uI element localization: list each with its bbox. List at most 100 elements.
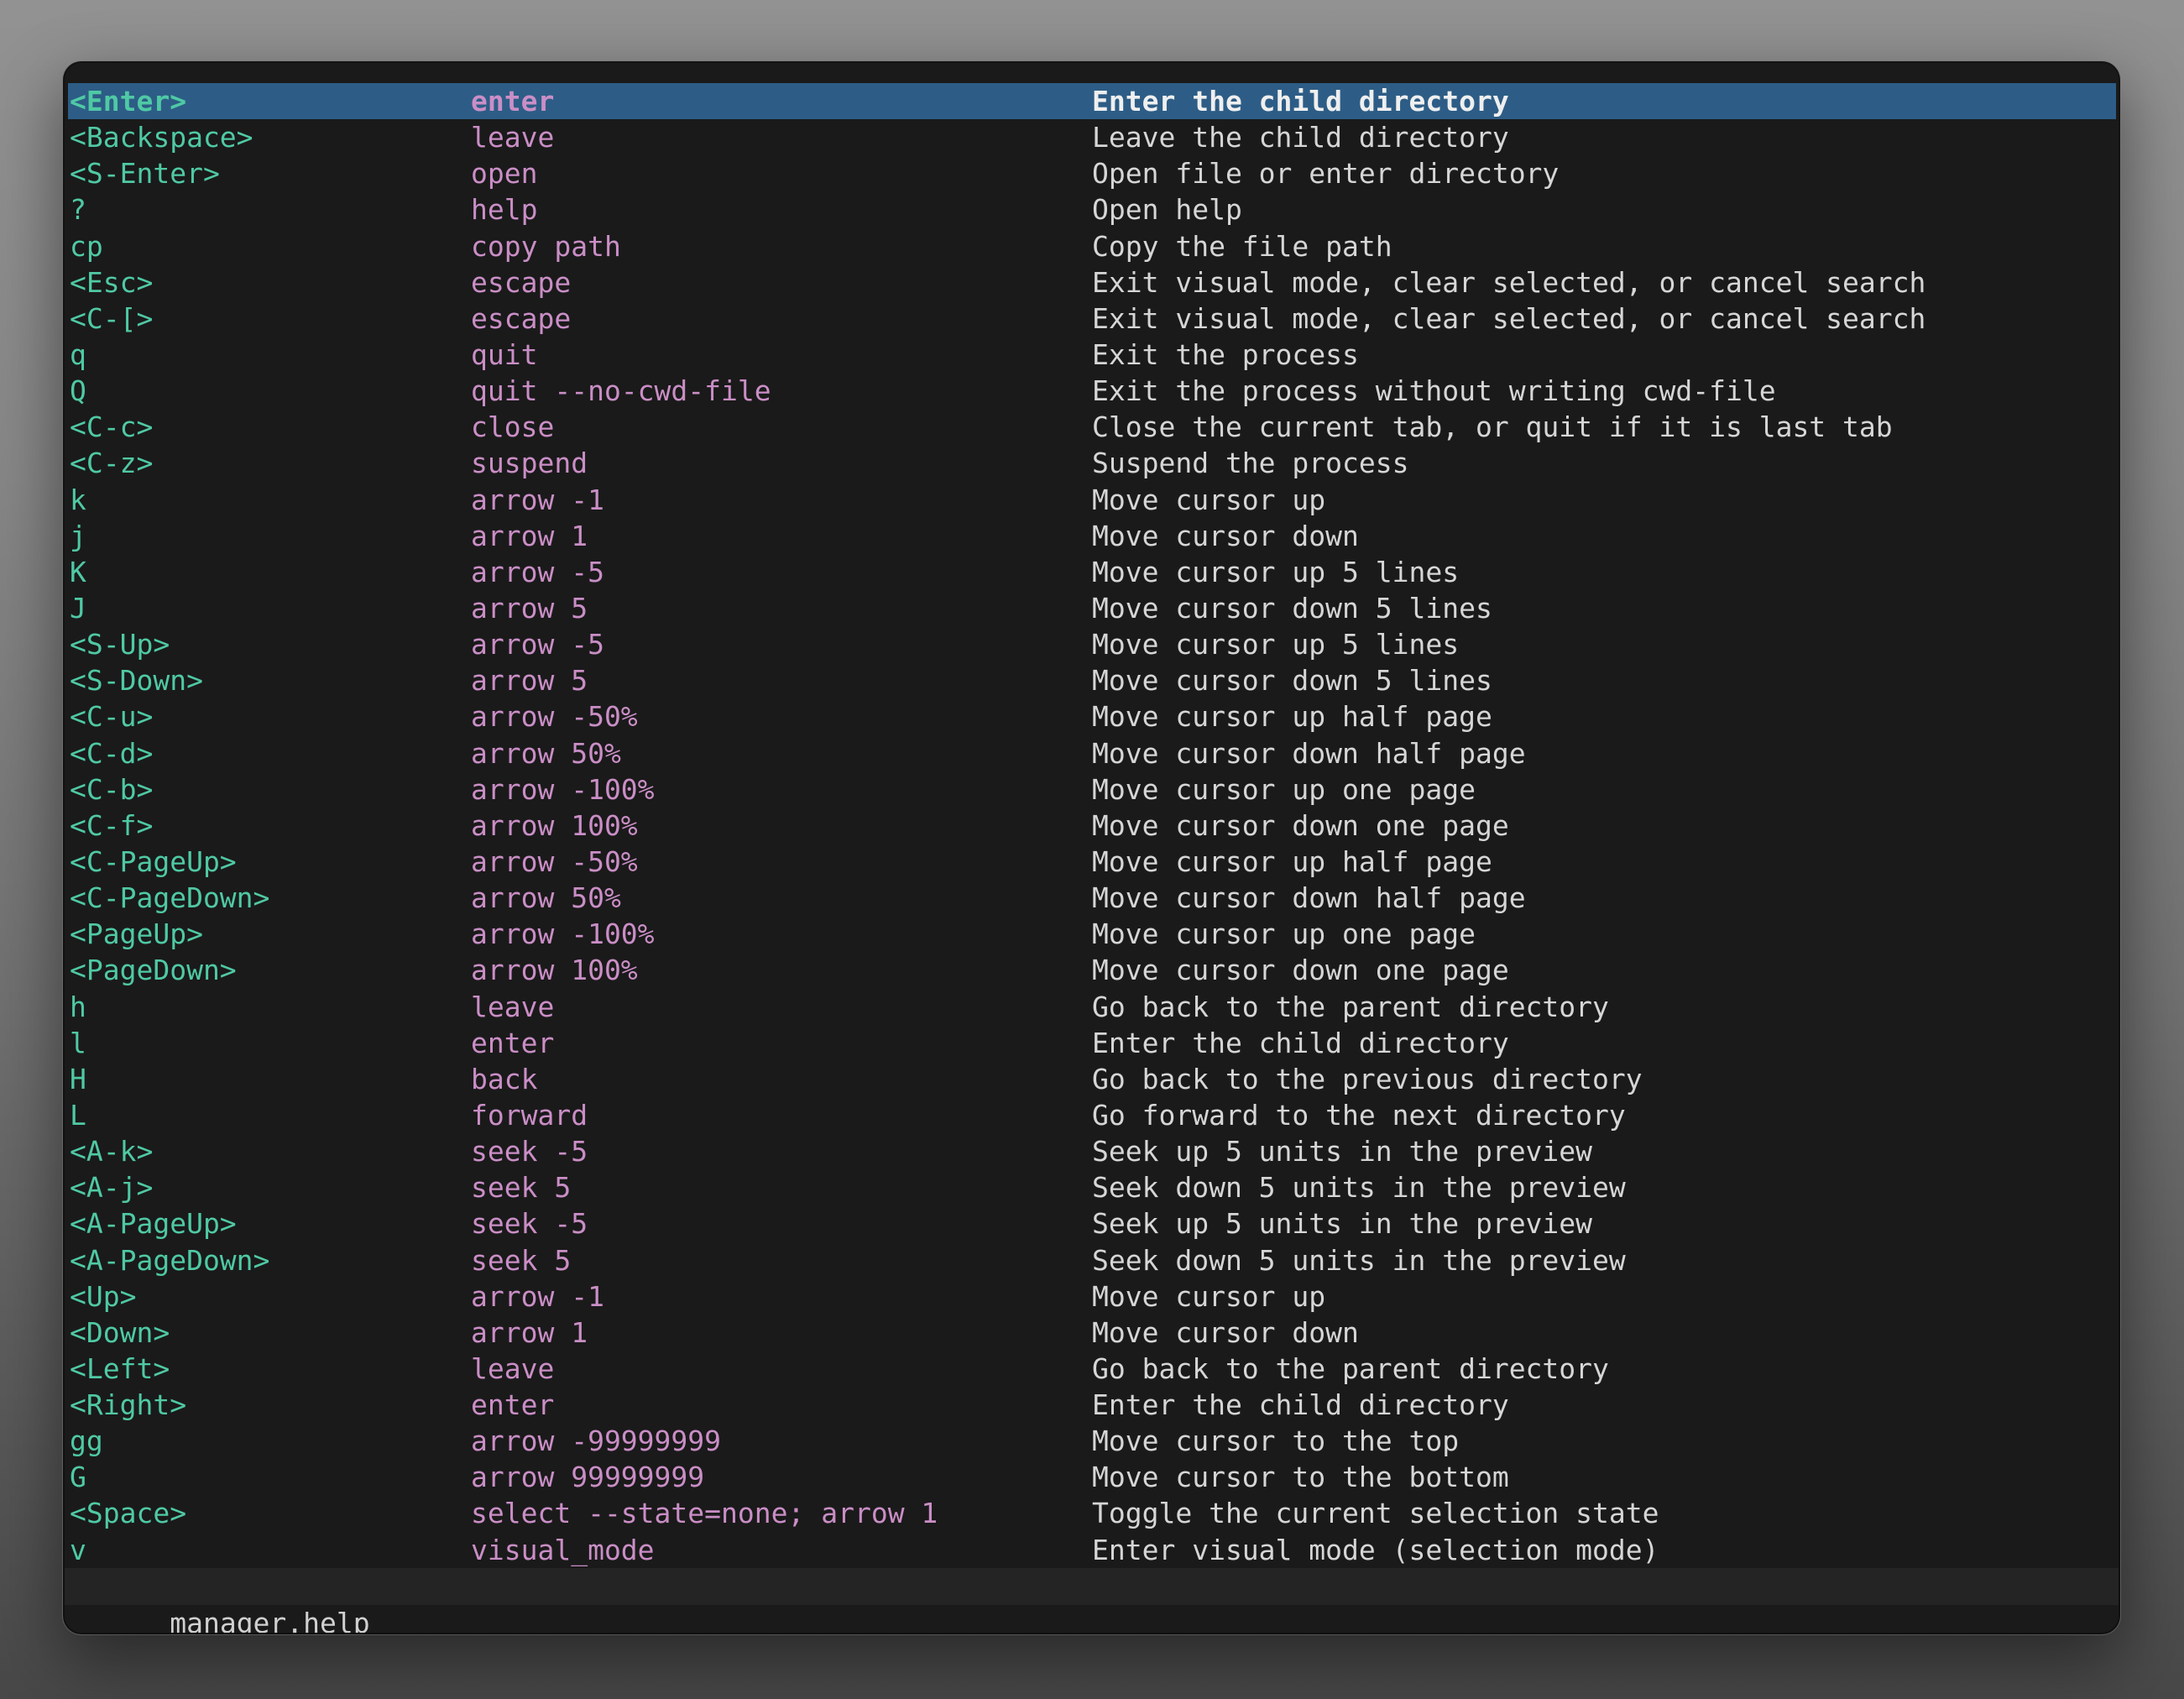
keybind-command: back	[471, 1061, 1092, 1097]
keybind-key: <Enter>	[68, 83, 471, 119]
keybind-description: Move cursor to the top	[1092, 1423, 2116, 1459]
keybind-key: <C-b>	[68, 771, 471, 808]
keybind-row[interactable]: <Backspace> leave Leave the child direct…	[68, 119, 2116, 155]
keybind-key: <Right>	[68, 1387, 471, 1423]
keybind-row[interactable]: q quit Exit the process	[68, 337, 2116, 373]
keybind-row[interactable]: <S-Up> arrow -5 Move cursor up 5 lines	[68, 626, 2116, 662]
keybind-description: Move cursor down half page	[1092, 880, 2116, 916]
keybind-description: Move cursor up one page	[1092, 916, 2116, 952]
keybind-row[interactable]: gg arrow -99999999 Move cursor to the to…	[68, 1423, 2116, 1459]
keybind-row[interactable]: <Right> enter Enter the child directory	[68, 1387, 2116, 1423]
keybind-command: seek 5	[471, 1242, 1092, 1278]
keybind-command: select --state=none; arrow 1	[471, 1495, 1092, 1531]
keybind-command: seek -5	[471, 1205, 1092, 1242]
keybind-row[interactable]: <C-b> arrow -100% Move cursor up one pag…	[68, 771, 2116, 808]
keybind-key: cp	[68, 228, 471, 264]
keybind-description: Open file or enter directory	[1092, 155, 2116, 191]
keybind-row[interactable]: <C-z> suspend Suspend the process	[68, 445, 2116, 481]
keybind-key: <Left>	[68, 1351, 471, 1387]
keybind-description: Move cursor up half page	[1092, 844, 2116, 880]
keybind-row[interactable]: <S-Enter> open Open file or enter direct…	[68, 155, 2116, 191]
keybind-row[interactable]: cp copy path Copy the file path	[68, 228, 2116, 264]
keybind-row[interactable]: L forward Go forward to the next directo…	[68, 1097, 2116, 1133]
keybind-description: Move cursor up	[1092, 1278, 2116, 1315]
keybind-row[interactable]: <C-u> arrow -50% Move cursor up half pag…	[68, 698, 2116, 734]
keybind-key: v	[68, 1532, 471, 1568]
keybind-key: <A-PageUp>	[68, 1205, 471, 1242]
keybind-command: copy path	[471, 228, 1092, 264]
keybind-row[interactable]: <Up> arrow -1 Move cursor up	[68, 1278, 2116, 1315]
keybind-row[interactable]: <PageUp> arrow -100% Move cursor up one …	[68, 916, 2116, 952]
keybind-row[interactable]: <Esc> escape Exit visual mode, clear sel…	[68, 264, 2116, 301]
keybind-row[interactable]: G arrow 99999999 Move cursor to the bott…	[68, 1459, 2116, 1495]
keybind-row[interactable]: <A-PageUp> seek -5 Seek up 5 units in th…	[68, 1205, 2116, 1242]
keybind-description: Enter the child directory	[1092, 1387, 2116, 1423]
keybind-key: <S-Down>	[68, 662, 471, 698]
keybind-description: Enter the child directory	[1092, 83, 2116, 119]
keybind-description: Exit visual mode, clear selected, or can…	[1092, 301, 2116, 337]
keybind-key: J	[68, 590, 471, 626]
keybind-key: j	[68, 518, 471, 554]
keybind-command: arrow -1	[471, 482, 1092, 518]
keybind-key: <Down>	[68, 1315, 471, 1351]
keybind-row[interactable]: <Space> select --state=none; arrow 1 Tog…	[68, 1495, 2116, 1531]
keybind-description: Go back to the parent directory	[1092, 989, 2116, 1025]
keybind-description: Toggle the current selection state	[1092, 1495, 2116, 1531]
keybind-command: escape	[471, 301, 1092, 337]
keybind-row[interactable]: <Left> leave Go back to the parent direc…	[68, 1351, 2116, 1387]
keybinding-list: <Enter> enter Enter the child directory …	[68, 83, 2116, 1568]
keybind-description: Move cursor down one page	[1092, 808, 2116, 844]
keybind-row[interactable]: <C-PageUp> arrow -50% Move cursor up hal…	[68, 844, 2116, 880]
keybind-command: arrow -50%	[471, 844, 1092, 880]
keybind-row[interactable]: <C-PageDown> arrow 50% Move cursor down …	[68, 880, 2116, 916]
keybind-row[interactable]: k arrow -1 Move cursor up	[68, 482, 2116, 518]
keybind-row[interactable]: <C-[> escape Exit visual mode, clear sel…	[68, 301, 2116, 337]
keybind-row[interactable]: <A-j> seek 5 Seek down 5 units in the pr…	[68, 1169, 2116, 1205]
keybind-row[interactable]: v visual_mode Enter visual mode (selecti…	[68, 1532, 2116, 1568]
keybind-key: <S-Up>	[68, 626, 471, 662]
keybind-row[interactable]: l enter Enter the child directory	[68, 1025, 2116, 1061]
keybind-description: Move cursor down	[1092, 1315, 2116, 1351]
keybind-command: seek -5	[471, 1133, 1092, 1169]
keybind-row[interactable]: <C-f> arrow 100% Move cursor down one pa…	[68, 808, 2116, 844]
keybind-row[interactable]: H back Go back to the previous directory	[68, 1061, 2116, 1097]
keybind-row[interactable]: <C-d> arrow 50% Move cursor down half pa…	[68, 735, 2116, 771]
keybind-row[interactable]: <Down> arrow 1 Move cursor down	[68, 1315, 2116, 1351]
keybind-row[interactable]: <A-PageDown> seek 5 Seek down 5 units in…	[68, 1242, 2116, 1278]
keybind-row[interactable]: <S-Down> arrow 5 Move cursor down 5 line…	[68, 662, 2116, 698]
keybind-description: Exit the process	[1092, 337, 2116, 373]
keybind-row[interactable]: <PageDown> arrow 100% Move cursor down o…	[68, 952, 2116, 988]
keybind-key: H	[68, 1061, 471, 1097]
keybind-description: Move cursor down 5 lines	[1092, 662, 2116, 698]
keybind-row[interactable]: h leave Go back to the parent directory	[68, 989, 2116, 1025]
keybind-description: Copy the file path	[1092, 228, 2116, 264]
keybind-row[interactable]: ? help Open help	[68, 191, 2116, 227]
keybind-description: Enter visual mode (selection mode)	[1092, 1532, 2116, 1568]
keybind-key: q	[68, 337, 471, 373]
keybind-description: Move cursor up 5 lines	[1092, 554, 2116, 590]
keybind-row[interactable]: <C-c> close Close the current tab, or qu…	[68, 409, 2116, 445]
keybind-command: escape	[471, 264, 1092, 301]
desktop-background: <Enter> enter Enter the child directory …	[0, 0, 2184, 1699]
status-mode-label: manager.help	[170, 1607, 369, 1633]
keybind-row[interactable]: <Enter> enter Enter the child directory	[68, 83, 2116, 119]
keybind-command: arrow 50%	[471, 735, 1092, 771]
keybind-key: <C-f>	[68, 808, 471, 844]
keybind-command: enter	[471, 1387, 1092, 1423]
keybind-key: k	[68, 482, 471, 518]
keybind-row[interactable]: Q quit --no-cwd-file Exit the process wi…	[68, 373, 2116, 409]
keybind-command: arrow -99999999	[471, 1423, 1092, 1459]
keybind-command: seek 5	[471, 1169, 1092, 1205]
keybind-row[interactable]: J arrow 5 Move cursor down 5 lines	[68, 590, 2116, 626]
keybind-key: <Esc>	[68, 264, 471, 301]
keybind-description: Move cursor up one page	[1092, 771, 2116, 808]
keybind-row[interactable]: j arrow 1 Move cursor down	[68, 518, 2116, 554]
keybind-key: <C-d>	[68, 735, 471, 771]
keybind-command: leave	[471, 989, 1092, 1025]
keybind-description: Move cursor to the bottom	[1092, 1459, 2116, 1495]
keybind-description: Open help	[1092, 191, 2116, 227]
keybind-row[interactable]: K arrow -5 Move cursor up 5 lines	[68, 554, 2116, 590]
keybind-row[interactable]: <A-k> seek -5 Seek up 5 units in the pre…	[68, 1133, 2116, 1169]
keybind-key: <Up>	[68, 1278, 471, 1315]
keybind-command: open	[471, 155, 1092, 191]
